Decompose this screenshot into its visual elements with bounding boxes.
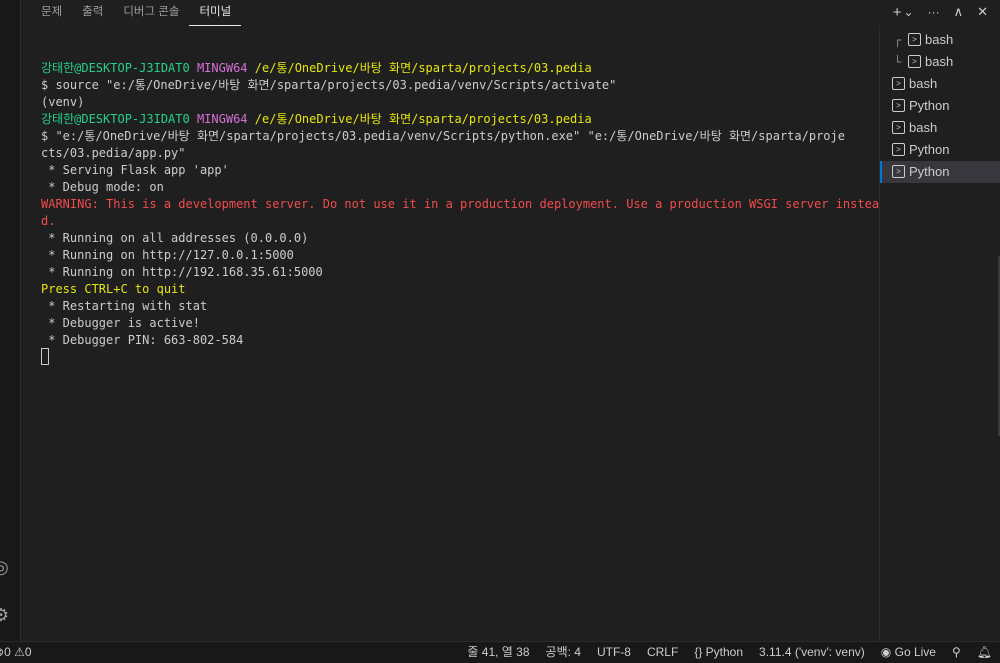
- terminal-item-bash-3[interactable]: > bash: [880, 73, 1000, 95]
- cursor-position[interactable]: 줄 41, 열 38: [467, 642, 529, 663]
- warning-count: 0: [24, 645, 32, 659]
- language-mode[interactable]: {} Python: [694, 642, 743, 663]
- output-line: * Restarting with stat: [41, 299, 208, 313]
- tab-debug-console[interactable]: 디버그 콘솔: [113, 0, 189, 26]
- close-panel-icon[interactable]: ✕: [977, 4, 988, 20]
- terminal-icon: >: [892, 165, 905, 179]
- prompt-line: 강태한@DESKTOP-J3IDAT0 MINGW64 /e/통/OneDriv…: [41, 111, 871, 128]
- terminal-icon: >: [908, 33, 921, 47]
- terminal-output[interactable]: 강태한@DESKTOP-J3IDAT0 MINGW64 /e/통/OneDriv…: [41, 60, 880, 366]
- quit-hint: Press CTRL+C to quit: [41, 282, 186, 296]
- prompt-line: 강태한@DESKTOP-J3IDAT0 MINGW64 /e/통/OneDriv…: [41, 60, 871, 77]
- terminal-item-label: Python: [909, 98, 950, 113]
- output-line: * Debug mode: on: [41, 180, 164, 194]
- terminal-cursor: [41, 348, 49, 365]
- prompt-env: MINGW64: [196, 61, 248, 75]
- terminal-list: ┌ > bash └ > bash > bash > Python > bash > Pytho…: [879, 26, 1000, 641]
- bell-icon[interactable]: 🔔︎: [977, 642, 992, 663]
- output-line: * Running on all addresses (0.0.0.0): [41, 231, 309, 245]
- tab-output[interactable]: 출력: [72, 0, 113, 26]
- output-line: * Debugger PIN: 663-802-584: [41, 333, 244, 347]
- output-line: * Running on http://127.0.0.1:5000: [41, 248, 294, 262]
- terminal-item-bash-2[interactable]: └ > bash: [880, 51, 1000, 73]
- terminal-item-label: bash: [909, 76, 938, 91]
- status-right: 줄 41, 열 38 공백: 4 UTF-8 CRLF {} Python 3.…: [467, 642, 992, 663]
- output-line: * Serving Flask app 'app': [41, 163, 229, 177]
- error-count: 0: [4, 645, 11, 659]
- terminal-item-label: Python: [909, 142, 950, 157]
- terminal-icon: >: [892, 143, 905, 157]
- python-interpreter[interactable]: 3.11.4 ('venv': venv): [759, 642, 865, 663]
- panel-actions: + ⌄ ··· ∧ ✕: [893, 0, 988, 24]
- terminal-item-python-3[interactable]: > Python: [880, 161, 1000, 183]
- command-line-cont: cts/03.pedia/app.py": [41, 146, 186, 160]
- tab-terminal[interactable]: 터미널: [189, 0, 242, 26]
- go-live-button[interactable]: ◉ Go Live: [881, 642, 936, 663]
- account-icon[interactable]: ◎: [0, 558, 11, 576]
- line-ending[interactable]: CRLF: [647, 642, 678, 663]
- panel-tabs: 문제 출력 디버그 콘솔 터미널: [21, 0, 1000, 26]
- language-label: Python: [705, 645, 744, 659]
- braces-icon: {}: [694, 645, 703, 659]
- prompt-user: 강태한@DESKTOP-J3IDAT0: [41, 61, 190, 75]
- output-line: * Debugger is active!: [41, 316, 200, 330]
- warning-line-cont: d.: [41, 214, 56, 228]
- add-terminal-icon[interactable]: +: [893, 4, 902, 21]
- terminal-icon: >: [892, 99, 905, 113]
- prompt-user: 강태한@DESKTOP-J3IDAT0: [41, 112, 190, 126]
- broadcast-icon: ◉: [880, 645, 892, 659]
- warning-icon: ⚠: [14, 645, 25, 659]
- terminal-item-label: bash: [925, 54, 954, 69]
- venv-line: (venv): [41, 95, 85, 109]
- tab-problems[interactable]: 문제: [31, 0, 72, 26]
- terminal-icon: >: [892, 77, 905, 91]
- encoding[interactable]: UTF-8: [597, 642, 631, 663]
- more-icon[interactable]: ···: [928, 5, 940, 19]
- go-live-label: Go Live: [894, 645, 936, 659]
- terminal-item-label: bash: [925, 32, 954, 47]
- maximize-panel-icon[interactable]: ∧: [954, 4, 964, 20]
- command-line: $ source "e:/통/OneDrive/바탕 화면/sparta/pro…: [41, 78, 617, 92]
- problems-status[interactable]: ⊗0 ⚠0: [0, 642, 32, 663]
- prompt-path: /e/통/OneDrive/바탕 화면/sparta/projects/03.p…: [254, 112, 592, 126]
- output-line: * Running on http://192.168.35.61:5000: [41, 265, 323, 279]
- terminal-item-python-2[interactable]: > Python: [880, 139, 1000, 161]
- warning-line: WARNING: This is a development server. D…: [41, 197, 880, 211]
- prompt-env: MINGW64: [196, 112, 248, 126]
- tree-connector: ┌: [894, 33, 902, 47]
- feedback-icon[interactable]: ⚲: [952, 642, 961, 663]
- terminal-icon: >: [892, 121, 905, 135]
- terminal-item-label: bash: [909, 120, 938, 135]
- terminal-icon: >: [908, 55, 921, 69]
- prompt-path: /e/통/OneDrive/바탕 화면/sparta/projects/03.p…: [254, 61, 592, 75]
- terminal-item-bash-1[interactable]: ┌ > bash: [880, 29, 1000, 51]
- tree-connector: └: [894, 55, 902, 69]
- terminal-item-label: Python: [909, 164, 950, 179]
- activity-bar: ◎ ⚙: [0, 0, 21, 641]
- command-line: $ "e:/통/OneDrive/바탕 화면/sparta/projects/0…: [41, 129, 845, 143]
- indentation[interactable]: 공백: 4: [546, 642, 581, 663]
- status-bar: ⊗0 ⚠0 줄 41, 열 38 공백: 4 UTF-8 CRLF {} Pyt…: [0, 641, 1000, 663]
- chevron-down-icon[interactable]: ⌄: [904, 5, 914, 19]
- gear-icon[interactable]: ⚙: [0, 606, 11, 624]
- input-line[interactable]: [41, 348, 871, 366]
- terminal-item-python-1[interactable]: > Python: [880, 95, 1000, 117]
- terminal-item-bash-4[interactable]: > bash: [880, 117, 1000, 139]
